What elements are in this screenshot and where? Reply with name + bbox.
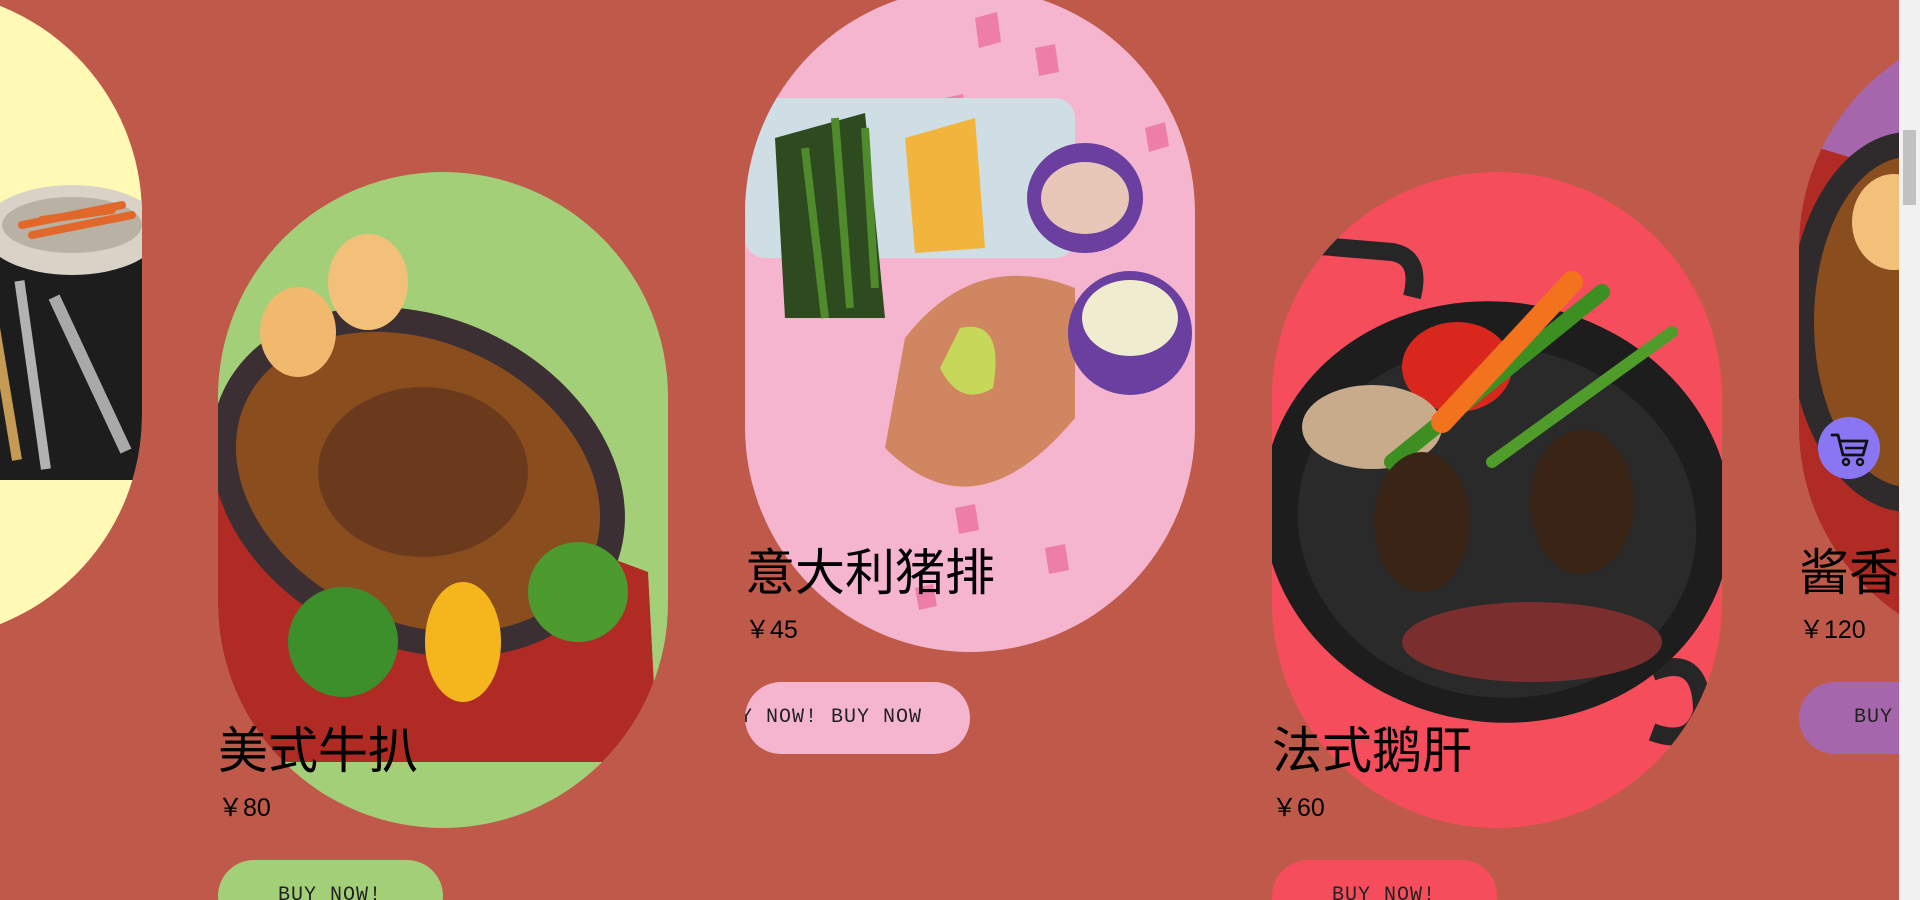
dish-image bbox=[0, 185, 142, 480]
dish-price: ￥45 bbox=[745, 616, 798, 644]
dish-name: 法式鹅肝 bbox=[1272, 722, 1472, 780]
dish-price: ￥120 bbox=[1799, 616, 1866, 644]
buy-now-label: Y NOW! BUY NOW bbox=[745, 706, 923, 729]
dish-price: ￥80 bbox=[218, 794, 271, 822]
cart-button[interactable] bbox=[1818, 417, 1880, 479]
buy-now-label: BUY NOW! bbox=[1332, 884, 1437, 900]
shopping-cart-icon bbox=[1830, 433, 1869, 467]
product-carousel: 美式牛扒 ￥80 BUY NOW! 意大利猪排 ￥45 Y NOW! BUY N… bbox=[0, 0, 1920, 900]
buy-now-button[interactable]: Y NOW! BUY NOW bbox=[745, 682, 970, 754]
vertical-scrollbar[interactable] bbox=[1899, 0, 1920, 900]
dish-price: ￥60 bbox=[1272, 794, 1325, 822]
buy-now-label: BUY NOW! bbox=[278, 884, 383, 900]
dish-name: 意大利猪排 bbox=[745, 544, 995, 602]
buy-now-button[interactable]: BUY NOW! bbox=[1272, 860, 1497, 900]
dish-name: 美式牛扒 bbox=[218, 722, 418, 780]
product-image-bg bbox=[0, 0, 142, 640]
buy-now-label: BUY bbox=[1854, 706, 1894, 729]
buy-now-button[interactable]: BUY NOW! bbox=[218, 860, 443, 900]
scrollbar-thumb[interactable] bbox=[1903, 130, 1916, 205]
